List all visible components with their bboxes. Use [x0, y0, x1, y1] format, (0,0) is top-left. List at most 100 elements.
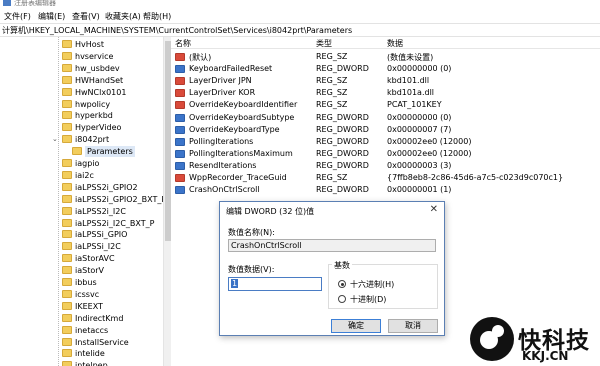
column-name[interactable]: 名称	[175, 38, 191, 49]
folder-icon	[62, 349, 72, 358]
folder-icon	[62, 242, 72, 251]
string-value-icon	[175, 174, 185, 182]
value-row[interactable]: LayerDriver KOR REG_SZ kbd101a.dll	[171, 87, 600, 99]
menu-view[interactable]: 查看(V)	[72, 11, 100, 22]
window-title: 注册表编辑器	[14, 0, 56, 7]
address-bar[interactable]: 计算机\HKEY_LOCAL_MACHINE\SYSTEM\CurrentCon…	[0, 23, 600, 37]
regedit-window: 注册表编辑器 文件(F) 编辑(E) 查看(V) 收藏夹(A) 帮助(H) 计算…	[0, 0, 600, 366]
column-type[interactable]: 类型	[316, 38, 332, 49]
folder-icon	[62, 159, 72, 167]
folder-icon	[72, 147, 82, 156]
folder-icon	[62, 135, 72, 144]
folder-icon	[62, 170, 72, 179]
tree-item-label: HvHost	[75, 40, 104, 49]
value-row[interactable]: OverrideKeyboardIdentifier REG_SZ PCAT_101…	[171, 99, 600, 111]
value-row[interactable]: WppRecorder_TraceGuid REG_SZ {7ffb8eb8-2c8…	[171, 172, 600, 184]
value-row[interactable]: CrashOnCtrlScroll REG_DWORD 0x00000001 (1)	[171, 184, 600, 196]
tree-item-label: Parameters	[85, 146, 135, 158]
value-name: WppRecorder_TraceGuid	[189, 173, 287, 182]
folder-icon	[62, 218, 72, 227]
folder-icon	[62, 87, 72, 96]
tree-item-label: iaLPSS2i_I2C	[75, 206, 126, 216]
tree-item-label: hw_usbdev	[75, 63, 120, 73]
menu-file[interactable]: 文件(F)	[4, 11, 31, 22]
radio-dec-label[interactable]: 十进制(D)	[350, 294, 386, 305]
binary-value-icon	[175, 186, 185, 195]
watermark-logo	[470, 317, 514, 361]
value-type: REG_DWORD	[316, 64, 369, 74]
value-row[interactable]: PollingIterationsMaximum REG_DWORD 0x00002…	[171, 148, 600, 160]
value-type: REG_SZ	[316, 88, 348, 98]
menu-help[interactable]: 帮助(H)	[143, 11, 171, 22]
tree-item-label: iagpio	[75, 159, 100, 168]
menu-edit[interactable]: 编辑(E)	[38, 11, 65, 22]
folder-icon	[62, 111, 72, 120]
tree-item-label: icssvc	[75, 289, 100, 299]
dialog-title: 编辑 DWORD (32 位)值	[226, 207, 315, 216]
close-icon[interactable]: ✕	[430, 204, 438, 215]
address-path[interactable]: 计算机\HKEY_LOCAL_MACHINE\SYSTEM\CurrentCon…	[2, 25, 352, 36]
radio-hex[interactable]	[338, 280, 346, 288]
value-data: 0x00000000 (0)	[387, 112, 452, 122]
value-data: 0x00000003 (3)	[387, 160, 452, 170]
folder-icon	[62, 230, 72, 239]
string-value-icon	[175, 77, 185, 86]
folder-icon	[62, 301, 72, 310]
value-row[interactable]: OverrideKeyboardType REG_DWORD 0x00000007 …	[171, 124, 600, 136]
tree-scrollbar[interactable]	[163, 37, 171, 366]
folder-icon	[62, 182, 72, 191]
value-data: 0x00000001 (1)	[387, 185, 452, 195]
expand-chevron-icon[interactable]: ⌄	[52, 134, 58, 145]
value-data-label: 数值数据(V):	[228, 265, 275, 274]
tree-item-label: hvservice	[75, 51, 114, 61]
value-name: LayerDriver KOR	[189, 88, 256, 98]
folder-icon	[62, 289, 72, 298]
list-header: 名称 类型 数据	[171, 37, 600, 49]
value-row[interactable]: OverrideKeyboardSubtype REG_DWORD 0x000000…	[171, 112, 600, 124]
value-row[interactable]: LayerDriver JPN REG_SZ kbd101.dll	[171, 75, 600, 87]
value-data: 0x00000007 (7)	[387, 124, 452, 134]
tree-item-label: iaLPSSi_GPIO	[75, 230, 128, 240]
value-data: 0x00002ee0 (12000)	[387, 148, 472, 158]
tree-item-label: intelpep	[75, 361, 108, 366]
folder-icon	[62, 361, 72, 366]
value-data-text[interactable]: 1	[231, 279, 239, 288]
value-row[interactable]: PollingIterations REG_DWORD 0x00002ee0 (12…	[171, 136, 600, 148]
cancel-button[interactable]: 取消	[388, 319, 438, 333]
value-name: PollingIterations	[189, 136, 254, 146]
value-row[interactable]: KeyboardFailedReset REG_DWORD 0x00000000 (…	[171, 63, 600, 75]
radio-hex-label[interactable]: 十六进制(H)	[350, 279, 394, 290]
title-bar: 注册表编辑器	[0, 0, 600, 9]
string-value-icon	[175, 53, 185, 61]
folder-icon	[62, 99, 72, 108]
menu-bar: 文件(F) 编辑(E) 查看(V) 收藏夹(A) 帮助(H)	[0, 9, 600, 23]
column-data[interactable]: 数据	[387, 38, 403, 49]
value-data-input[interactable]: 1	[228, 277, 322, 291]
value-row[interactable]: ResendIterations REG_DWORD 0x00000003 (3)	[171, 160, 600, 172]
value-row[interactable]: (默认) REG_SZ (数值未设置)	[171, 51, 600, 63]
base-label: 基数	[332, 260, 352, 271]
value-type: REG_DWORD	[316, 148, 369, 158]
radio-dec[interactable]	[338, 295, 346, 303]
tree-item-label: HWHandSet	[75, 75, 124, 85]
value-name: (默认)	[189, 53, 212, 62]
value-data: PCAT_101KEY	[387, 100, 442, 110]
string-value-icon	[175, 89, 185, 98]
ok-button[interactable]: 确定	[331, 319, 381, 333]
value-data: kbd101a.dll	[387, 88, 435, 98]
string-value-icon	[175, 101, 185, 110]
value-type: REG_DWORD	[316, 112, 369, 122]
tree-item-label: hwpolicy	[75, 99, 111, 109]
folder-icon	[62, 63, 72, 72]
value-name: CrashOnCtrlScroll	[189, 185, 260, 195]
tree-item-label: HyperVideo	[75, 123, 122, 133]
folder-icon	[62, 278, 72, 286]
tree-item-label: iaLPSS2i_I2C_BXT_P	[75, 218, 155, 228]
binary-value-icon	[175, 65, 185, 74]
folder-icon	[62, 325, 72, 334]
tree-item-label: iai2c	[75, 170, 94, 180]
tree-item-label: iaStorV	[75, 266, 104, 276]
value-type: REG_SZ	[316, 52, 348, 61]
value-type: REG_DWORD	[316, 185, 369, 195]
menu-favorites[interactable]: 收藏夹(A)	[105, 11, 141, 22]
